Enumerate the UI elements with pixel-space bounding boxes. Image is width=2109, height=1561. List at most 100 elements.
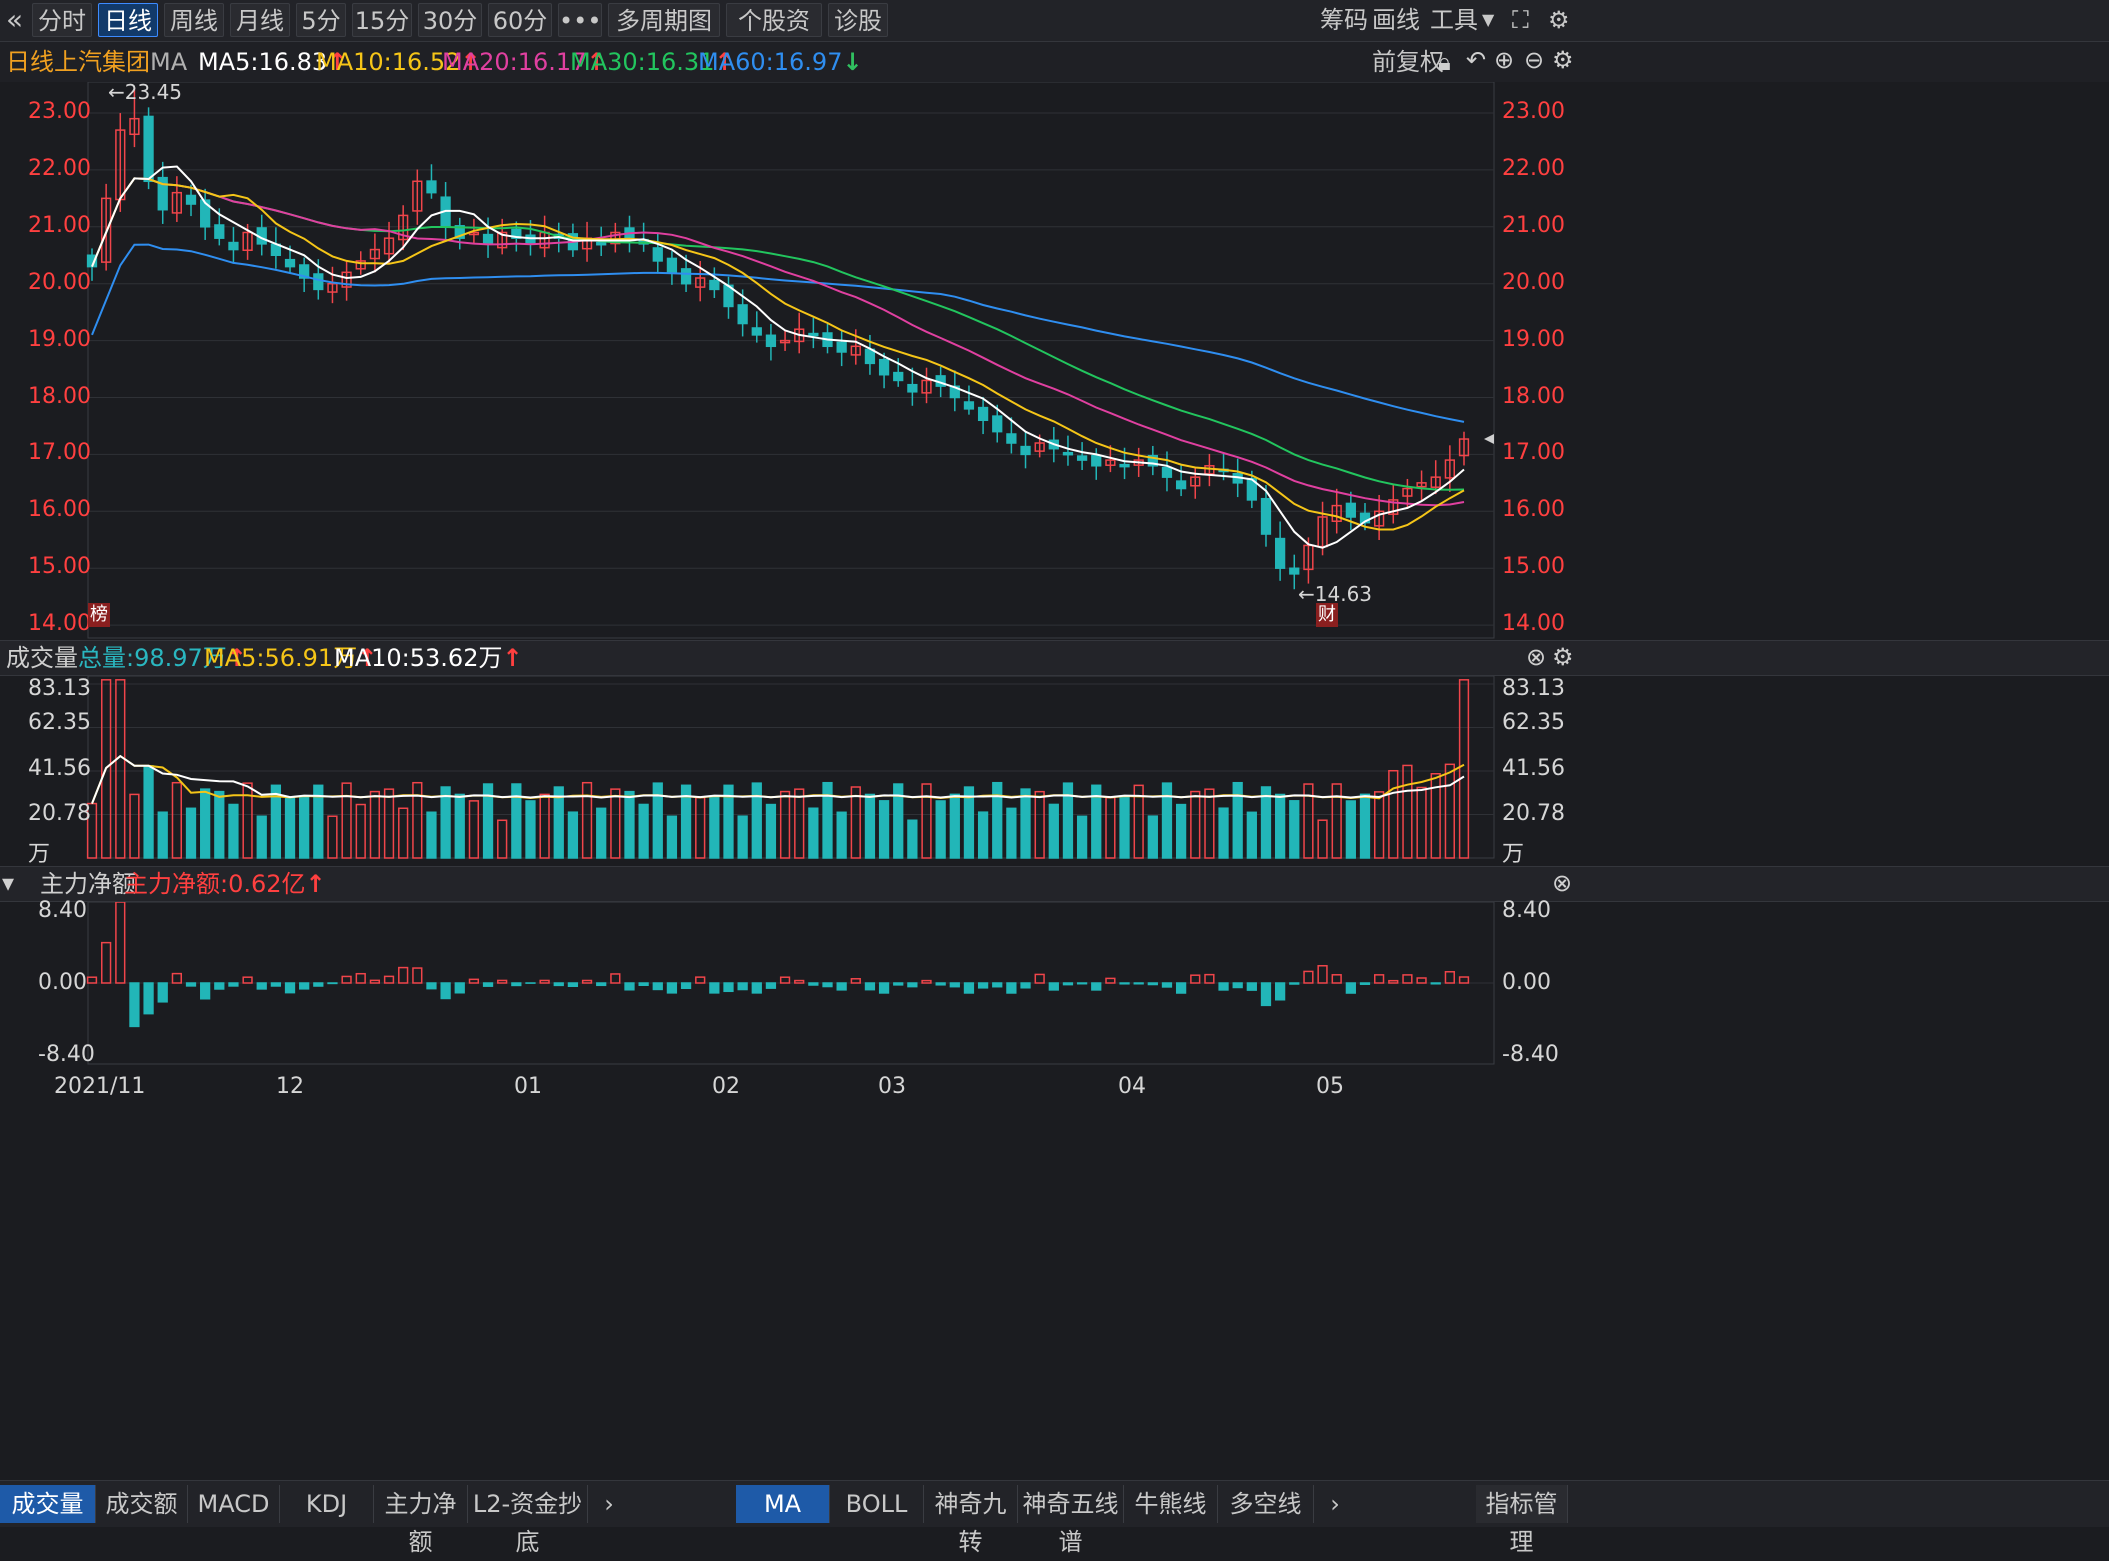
tab-kdj[interactable]: KDJ: [280, 1485, 374, 1523]
zoom-in-icon[interactable]: ⊕: [1494, 46, 1514, 74]
netflow-bar: [1134, 983, 1143, 984]
diagnose-button[interactable]: 诊股: [828, 3, 888, 37]
netflow-chart[interactable]: [0, 902, 2109, 1066]
volume-bar: [851, 787, 860, 858]
volume-bar: [130, 794, 139, 858]
volume-bar: [1233, 783, 1242, 858]
price-tick-label: 22.00: [1502, 156, 1565, 181]
netflow-bar: [1163, 983, 1172, 987]
volume-bar: [540, 794, 549, 858]
netflow-bar: [979, 983, 988, 988]
netflow-bar: [187, 983, 196, 986]
volume-bar: [1007, 808, 1016, 858]
price-chart[interactable]: [0, 82, 2109, 642]
period-button-30min[interactable]: 30分: [418, 3, 482, 37]
volume-bar: [1375, 792, 1384, 858]
fullscreen-icon[interactable]: ⛶: [1512, 3, 1529, 37]
period-button-60min[interactable]: 60分: [488, 3, 552, 37]
netflow-bar: [1177, 983, 1186, 993]
period-button-15min[interactable]: 15分: [352, 3, 412, 37]
settings-gear-icon[interactable]: ⚙: [1552, 46, 1574, 74]
zoom-out-icon[interactable]: ⊖: [1524, 46, 1544, 74]
close-netflow-icon[interactable]: ⊗: [1552, 869, 1572, 897]
period-button-fenshi[interactable]: 分时: [32, 3, 92, 37]
volume-bar: [399, 808, 408, 858]
period-button-5min[interactable]: 5分: [296, 3, 346, 37]
netflow-bar: [950, 983, 959, 987]
candle-body: [710, 281, 719, 290]
netflow-bar: [625, 983, 634, 990]
tools-button[interactable]: 工具: [1430, 3, 1478, 37]
netflow-bar: [668, 983, 677, 993]
netflow-bar: [158, 983, 167, 1002]
volume-bar: [1120, 797, 1129, 858]
volume-bar: [512, 784, 521, 858]
date-tick-label: 01: [514, 1074, 542, 1099]
volume-settings-icon[interactable]: ⚙: [1552, 643, 1574, 671]
indicator-tab-bar: 成交量 成交额 MACD KDJ 主力净额 L2-资金抄底 › MA BOLL …: [0, 1480, 2109, 1527]
undo-icon[interactable]: ↶: [1466, 46, 1486, 74]
tab-boll[interactable]: BOLL: [830, 1485, 924, 1523]
volume-bar: [866, 794, 875, 858]
indicator-name[interactable]: MA: [150, 47, 187, 77]
volume-tick-label: 20.78: [1502, 801, 1565, 826]
stock-profile-button[interactable]: 个股资料: [726, 3, 822, 37]
tab-turnover[interactable]: 成交额: [96, 1485, 188, 1523]
candle-body: [752, 328, 761, 335]
price-tick-label: 20.00: [1502, 270, 1565, 295]
volume-chart[interactable]: [0, 676, 2109, 860]
tab-ma[interactable]: MA: [736, 1485, 830, 1523]
close-volume-icon[interactable]: ⊗: [1526, 643, 1546, 671]
ma30-line: [92, 178, 1464, 489]
ma10-line: [92, 178, 1464, 529]
volume-bar: [1106, 798, 1115, 858]
price-tick-label: 23.00: [28, 99, 91, 124]
tools-caret-icon[interactable]: ▼: [1482, 3, 1494, 37]
tab-main-netflow[interactable]: 主力净额: [374, 1485, 468, 1523]
chips-button[interactable]: 筹码: [1320, 3, 1368, 37]
candle-body: [597, 243, 606, 245]
netflow-bar: [837, 983, 846, 990]
chevron-right-icon[interactable]: ›: [596, 1485, 622, 1523]
netflow-bar: [215, 983, 224, 989]
tab-bull-bear-line[interactable]: 牛熊线: [1124, 1485, 1218, 1523]
netflow-bar: [823, 983, 832, 987]
back-icon[interactable]: «: [6, 3, 23, 37]
draw-line-button[interactable]: 画线: [1372, 3, 1420, 37]
candle-body: [894, 373, 903, 381]
volume-bar: [569, 812, 578, 858]
list-badge[interactable]: 榜: [88, 603, 110, 627]
tab-macd[interactable]: MACD: [188, 1485, 280, 1523]
netflow-bar: [611, 974, 620, 983]
tab-volume[interactable]: 成交量: [0, 1485, 96, 1523]
chevron-right-icon[interactable]: ›: [1322, 1485, 1348, 1523]
adjust-mode-button[interactable]: 前复权: [1372, 47, 1444, 77]
candle-body: [314, 274, 323, 289]
volume-bar: [936, 801, 945, 858]
netflow-bar: [371, 980, 380, 983]
tab-l2-bottom-fishing[interactable]: L2-资金抄底: [468, 1485, 588, 1523]
period-button-weekly[interactable]: 周线: [164, 3, 224, 37]
price-tick-label: 23.00: [1502, 99, 1565, 124]
netflow-bar: [116, 902, 125, 983]
finance-badge[interactable]: 财: [1316, 603, 1338, 627]
period-button-monthly[interactable]: 月线: [230, 3, 290, 37]
netflow-bar: [455, 983, 464, 993]
indicator-manage-button[interactable]: 指标管理: [1476, 1485, 1568, 1523]
period-toolbar: « 分时 日线 周线 月线 5分 15分 30分 60分 ••• 多周期图 ▼ …: [0, 0, 2109, 42]
multi-period-dropdown[interactable]: 多周期图 ▼: [608, 3, 720, 37]
netflow-bar: [554, 983, 563, 985]
date-tick-label: 2021/11: [54, 1074, 145, 1099]
tab-long-short-line[interactable]: 多空线: [1218, 1485, 1314, 1523]
settings-icon[interactable]: ⚙: [1548, 3, 1570, 37]
lock-icon[interactable]: 🔒︎: [1438, 48, 1451, 76]
tab-magic-nine[interactable]: 神奇九转: [924, 1485, 1018, 1523]
period-button-daily[interactable]: 日线: [98, 3, 158, 37]
candle-body: [1021, 447, 1030, 455]
collapse-icon[interactable]: ▾: [2, 869, 14, 897]
more-periods-button[interactable]: •••: [558, 3, 602, 37]
tab-magic-five-lines[interactable]: 神奇五线谱: [1018, 1485, 1124, 1523]
candle-body: [738, 305, 747, 324]
volume-bar: [1191, 792, 1200, 858]
price-tick-label: 14.00: [1502, 611, 1565, 636]
